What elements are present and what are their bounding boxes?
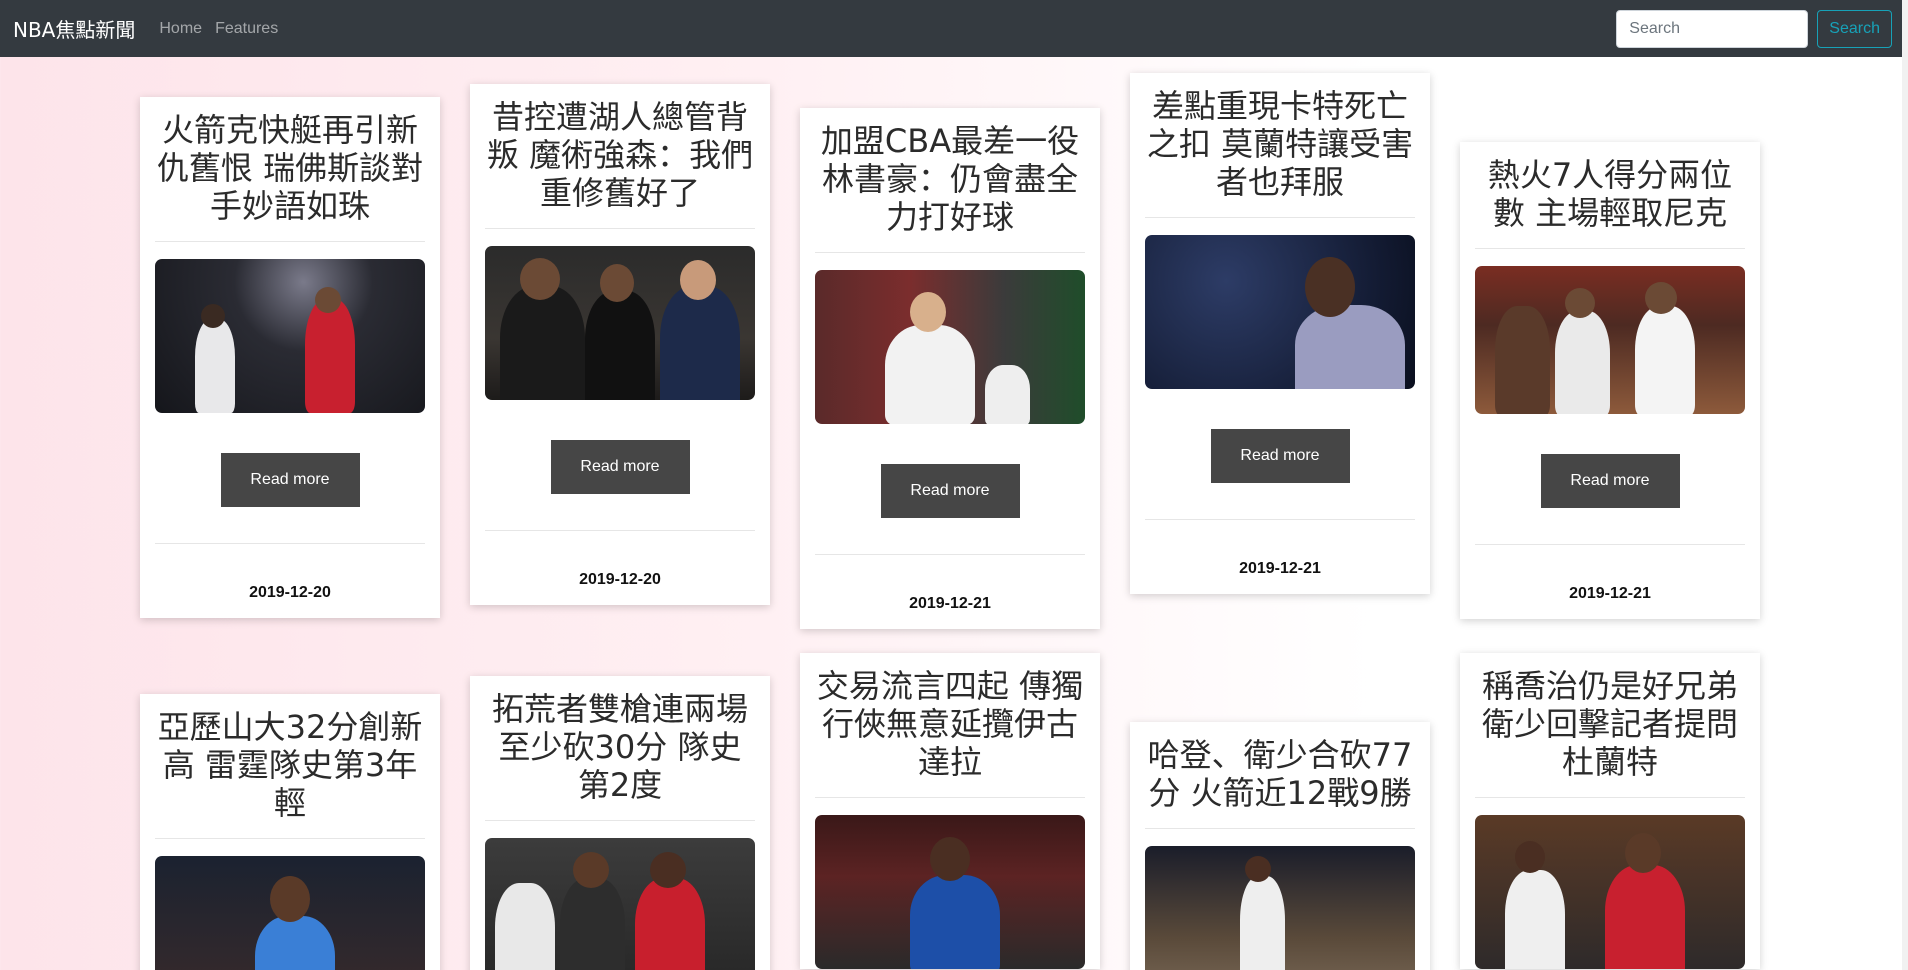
article-image[interactable] <box>1475 815 1745 969</box>
article-title[interactable]: 加盟CBA最差一役 林書豪：仍會盡全力打好球 <box>815 108 1085 253</box>
article-image[interactable] <box>815 815 1085 969</box>
article-title[interactable]: 交易流言四起 傳獨行俠無意延攬伊古達拉 <box>815 653 1085 798</box>
nav-link-features[interactable]: Features <box>215 20 278 38</box>
article-card: 稱喬治仍是好兄弟 衛少回擊記者提問杜蘭特 <box>1460 653 1760 969</box>
article-image[interactable] <box>155 259 425 413</box>
article-title[interactable]: 哈登、衛少合砍77分 火箭近12戰9勝 <box>1145 722 1415 829</box>
article-date: 2019-12-21 <box>1569 585 1651 602</box>
read-more-button[interactable]: Read more <box>1540 454 1680 508</box>
read-more-button[interactable]: Read more <box>880 464 1020 518</box>
article-card: 哈登、衛少合砍77分 火箭近12戰9勝 <box>1130 722 1430 970</box>
card-divider <box>485 530 755 531</box>
article-date: 2019-12-20 <box>579 571 661 588</box>
article-title[interactable]: 稱喬治仍是好兄弟 衛少回擊記者提問杜蘭特 <box>1475 653 1745 798</box>
card-divider <box>155 543 425 544</box>
page-scrollbar[interactable] <box>1902 0 1908 970</box>
article-image[interactable] <box>1145 846 1415 970</box>
article-image[interactable] <box>485 246 755 400</box>
brand-logo[interactable]: NBA焦點新聞 <box>13 14 135 43</box>
article-card: 亞歷山大32分創新高 雷霆隊史第3年輕 <box>140 694 440 970</box>
card-divider <box>1145 519 1415 520</box>
article-image[interactable] <box>1145 235 1415 389</box>
article-date: 2019-12-21 <box>1239 560 1321 577</box>
article-image[interactable] <box>485 838 755 970</box>
article-title[interactable]: 拓荒者雙槍連兩場至少砍30分 隊史第2度 <box>485 676 755 821</box>
navbar: NBA焦點新聞 Home Features Search <box>0 0 1902 57</box>
article-title[interactable]: 昔控遭湖人總管背叛 魔術強森：我們重修舊好了 <box>485 84 755 229</box>
article-title[interactable]: 差點重現卡特死亡之扣 莫蘭特讓受害者也拜服 <box>1145 73 1415 218</box>
article-card: 加盟CBA最差一役 林書豪：仍會盡全力打好球 Read more 2019-12… <box>800 108 1100 629</box>
article-card: 拓荒者雙槍連兩場至少砍30分 隊史第2度 <box>470 676 770 970</box>
card-divider <box>1475 544 1745 545</box>
article-image[interactable] <box>155 856 425 970</box>
nav-link-home[interactable]: Home <box>159 20 202 38</box>
article-card: 熱火7人得分兩位數 主場輕取尼克 Read more 2019-12-21 <box>1460 142 1760 619</box>
article-date: 2019-12-20 <box>249 584 331 601</box>
article-card: 昔控遭湖人總管背叛 魔術強森：我們重修舊好了 Read more 2019-12… <box>470 84 770 605</box>
search-input[interactable] <box>1616 9 1809 48</box>
article-image[interactable] <box>815 270 1085 424</box>
article-title[interactable]: 火箭克快艇再引新仇舊恨 瑞佛斯談對手妙語如珠 <box>155 97 425 242</box>
article-card: 交易流言四起 傳獨行俠無意延攬伊古達拉 <box>800 653 1100 969</box>
read-more-button[interactable]: Read more <box>1210 429 1350 483</box>
read-more-button[interactable]: Read more <box>550 440 690 494</box>
article-date: 2019-12-21 <box>909 595 991 612</box>
article-title[interactable]: 亞歷山大32分創新高 雷霆隊史第3年輕 <box>155 694 425 839</box>
article-title[interactable]: 熱火7人得分兩位數 主場輕取尼克 <box>1475 142 1745 249</box>
read-more-button[interactable]: Read more <box>220 453 360 507</box>
search-button[interactable]: Search <box>1817 9 1892 48</box>
article-image[interactable] <box>1475 266 1745 414</box>
article-card: 火箭克快艇再引新仇舊恨 瑞佛斯談對手妙語如珠 Read more 2019-12… <box>140 97 440 618</box>
article-card: 差點重現卡特死亡之扣 莫蘭特讓受害者也拜服 Read more 2019-12-… <box>1130 73 1430 594</box>
card-divider <box>815 554 1085 555</box>
